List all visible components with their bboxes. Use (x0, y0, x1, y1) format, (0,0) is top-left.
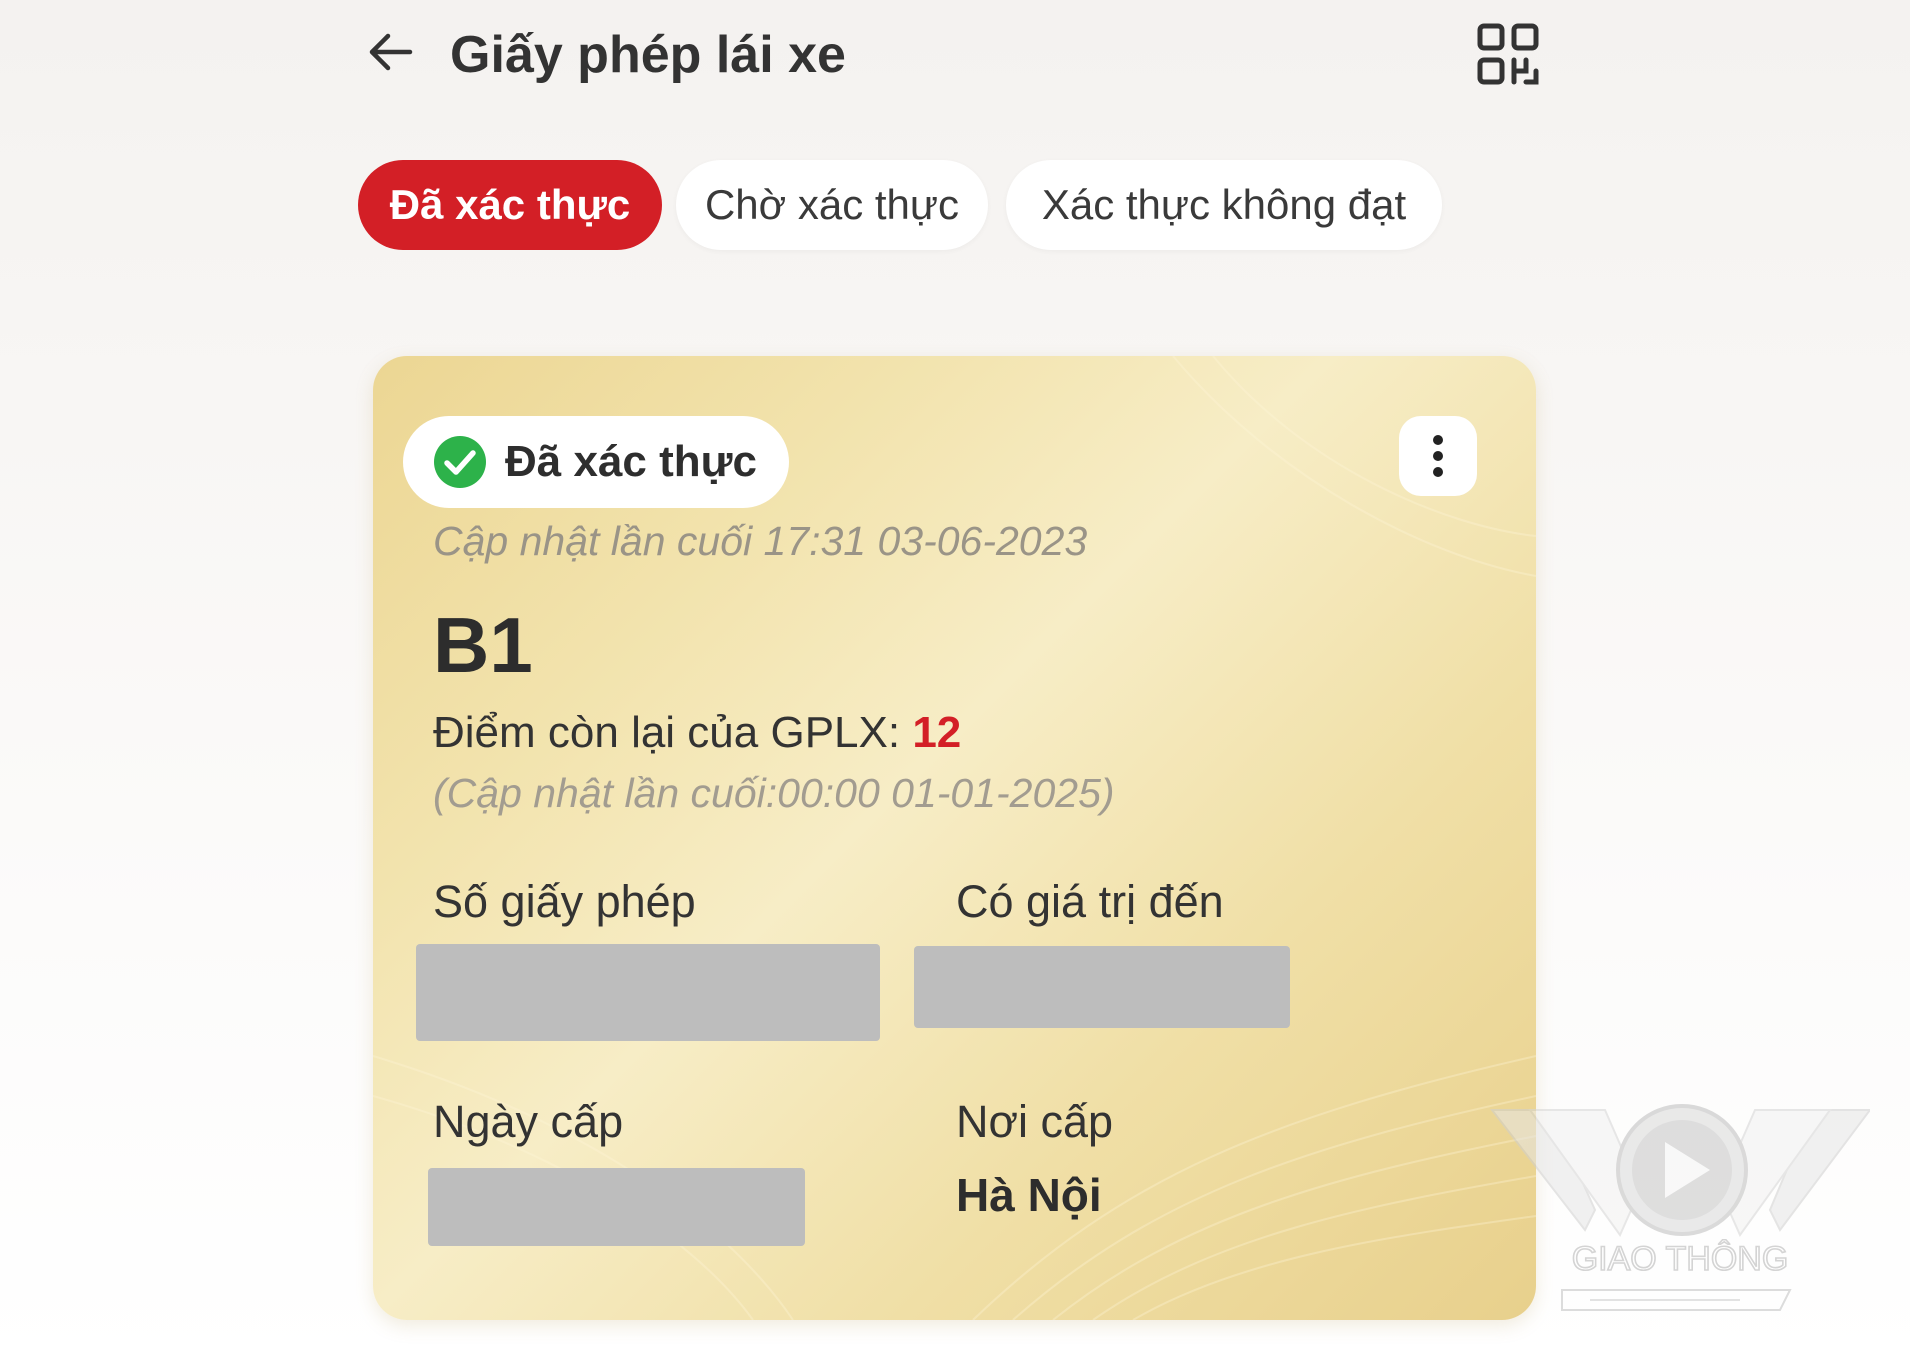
check-circle-icon (434, 436, 486, 488)
issue-place-label: Nơi cấp (956, 1096, 1114, 1147)
license-class: B1 (433, 601, 533, 689)
last-updated-text: Cập nhật lần cuối 17:31 03-06-2023 (433, 518, 1088, 564)
page-title: Giấy phép lái xe (450, 26, 846, 84)
arrow-left-icon (369, 33, 413, 71)
qr-code-icon (1477, 23, 1539, 85)
qr-code-button[interactable] (1476, 22, 1540, 86)
tab-pending[interactable]: Chờ xác thực (676, 160, 988, 250)
verified-status-badge: Đã xác thực (403, 416, 789, 508)
valid-until-label: Có giá trị đến (956, 876, 1224, 927)
vov-watermark-logo: GIAO THÔNG (1490, 1104, 1870, 1311)
more-options-button[interactable] (1399, 416, 1477, 496)
points-value: 12 (912, 708, 962, 757)
points-updated-text: (Cập nhật lần cuối:00:00 01-01-2025) (433, 770, 1115, 816)
remaining-points: Điểm còn lại của GPLX: 12 (433, 708, 961, 758)
issue-place-value: Hà Nội (956, 1169, 1102, 1221)
license-card: Đã xác thực Cập nhật lần cuối 17:31 03-0… (373, 356, 1536, 1320)
license-number-label: Số giấy phép (433, 876, 696, 927)
valid-until-redacted (914, 946, 1290, 1028)
tab-failed[interactable]: Xác thực không đạt (1006, 160, 1442, 250)
more-vertical-icon (1433, 435, 1443, 477)
tab-verified[interactable]: Đã xác thực (358, 160, 662, 250)
issue-date-redacted (428, 1168, 805, 1246)
issue-date-label: Ngày cấp (433, 1096, 624, 1147)
back-button[interactable] (360, 22, 420, 82)
watermark-caption: GIAO THÔNG (1572, 1240, 1789, 1278)
license-number-redacted (416, 944, 880, 1041)
points-label: Điểm còn lại của GPLX: (433, 708, 913, 757)
status-label: Đã xác thực (505, 437, 757, 486)
